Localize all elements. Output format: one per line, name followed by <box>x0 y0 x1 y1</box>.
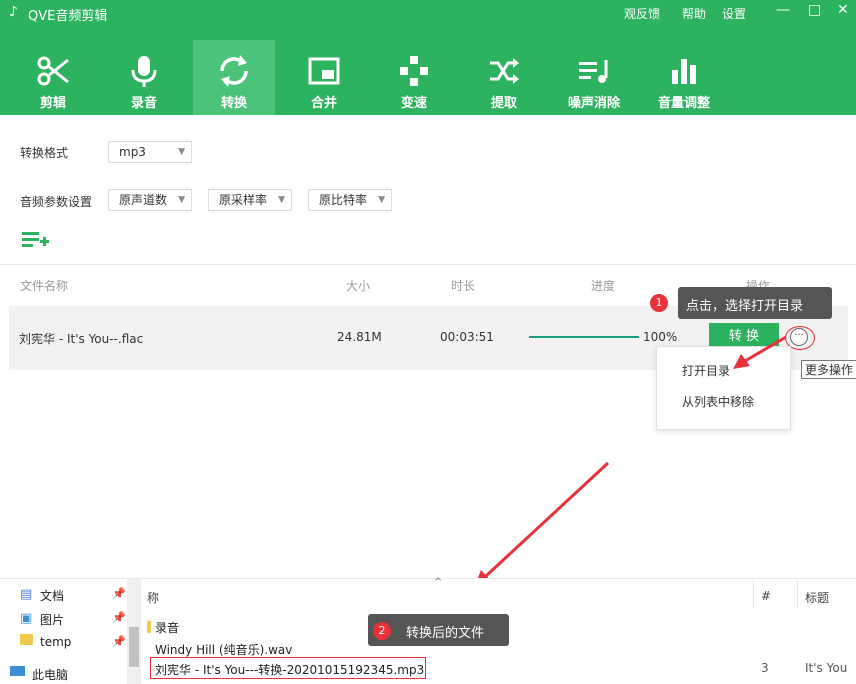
column-divider <box>753 581 754 609</box>
sort-up-icon[interactable]: ^ <box>434 577 442 588</box>
list-item[interactable]: Windy Hill (纯音乐).wav <box>155 641 292 658</box>
folder-icon <box>147 621 151 633</box>
file-number: 3 <box>761 661 769 675</box>
list-item[interactable]: 录音 <box>155 619 179 636</box>
nav-this-pc[interactable]: 此电脑 <box>32 666 68 683</box>
pin-icon: 📌 <box>112 611 126 624</box>
file-title: It's You <box>805 661 848 675</box>
arrowhead-1 <box>733 354 750 369</box>
scrollbar-track[interactable] <box>127 579 141 684</box>
column-number[interactable]: # <box>761 589 771 603</box>
arrow-line-2 <box>484 461 610 578</box>
nav-documents[interactable]: 文档 <box>40 587 64 604</box>
nav-pictures[interactable]: 图片 <box>40 611 64 628</box>
document-icon: ▤ <box>20 587 33 602</box>
column-title[interactable]: 标题 <box>805 589 829 606</box>
column-name[interactable]: 称 <box>147 589 159 606</box>
picture-icon: ▣ <box>20 611 33 626</box>
scrollbar-thumb[interactable] <box>129 627 139 667</box>
nav-temp[interactable]: temp <box>40 635 71 649</box>
computer-icon <box>10 666 25 676</box>
pin-icon: 📌 <box>112 587 126 600</box>
folder-icon <box>20 634 33 645</box>
pin-icon: 📌 <box>112 635 126 648</box>
column-divider <box>797 581 798 609</box>
highlighted-file-row[interactable]: 刘宪华 - It's You---转换-20201015192345.mp3 <box>150 657 426 679</box>
step-badge-2: 2 <box>373 622 391 640</box>
annotation-step2: 2 转换后的文件 <box>368 614 509 646</box>
annotation-text-2: 转换后的文件 <box>406 626 485 641</box>
arrow-line-1 <box>744 335 787 363</box>
list-item[interactable]: 刘宪华 - It's You---转换-20201015192345.mp3 <box>155 661 424 678</box>
